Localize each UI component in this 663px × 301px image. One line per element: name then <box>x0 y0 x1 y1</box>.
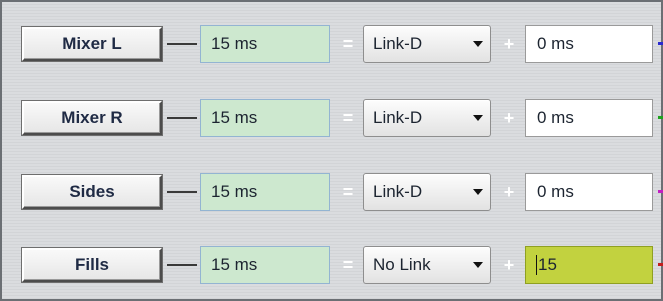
offset-field[interactable]: 0 ms <box>525 99 653 137</box>
channel-name-button[interactable]: Sides <box>22 175 162 209</box>
plus-sign: + <box>503 107 515 128</box>
link-select[interactable]: Link-D <box>363 173 491 211</box>
text-cursor <box>536 255 537 275</box>
output-link-indicator <box>658 263 663 266</box>
link-select-value: Link-D <box>373 34 423 53</box>
connector-line <box>167 191 197 193</box>
chevron-down-icon[interactable] <box>466 174 490 210</box>
chevron-down-icon[interactable] <box>466 26 490 62</box>
channel-name-label: Mixer R <box>61 108 123 127</box>
delay-field[interactable]: 15 ms <box>200 173 330 211</box>
link-select-value: Link-D <box>373 182 423 201</box>
channel-name-label: Sides <box>69 182 115 201</box>
chevron-down-icon[interactable] <box>466 100 490 136</box>
equals-sign: = <box>342 181 354 202</box>
channel-row-fills: Fills 15 ms = No Link + 15 <box>2 245 663 285</box>
connector-line <box>167 43 197 45</box>
delay-value: 15 ms <box>211 255 258 274</box>
channel-name-button[interactable]: Fills <box>22 248 162 282</box>
link-select-value: Link-D <box>373 108 423 127</box>
delay-field[interactable]: 15 ms <box>200 246 330 284</box>
plus-sign: + <box>503 254 515 275</box>
delay-value: 15 ms <box>211 108 258 127</box>
output-link-indicator <box>658 190 663 193</box>
output-link-indicator <box>658 42 663 45</box>
equals-sign: = <box>342 254 354 275</box>
offset-value: 0 ms <box>537 34 574 53</box>
delay-value: 15 ms <box>211 34 258 53</box>
delay-field[interactable]: 15 ms <box>200 25 330 63</box>
output-link-indicator <box>658 116 663 119</box>
channel-name-button[interactable]: Mixer L <box>22 27 162 61</box>
link-select-value: No Link <box>373 255 431 274</box>
channel-name-button[interactable]: Mixer R <box>22 101 162 135</box>
link-select[interactable]: Link-D <box>363 99 491 137</box>
link-select[interactable]: Link-D <box>363 25 491 63</box>
offset-field-editing[interactable]: 15 <box>525 246 653 284</box>
delay-field[interactable]: 15 ms <box>200 99 330 137</box>
offset-value: 0 ms <box>537 182 574 201</box>
offset-value: 0 ms <box>537 108 574 127</box>
channel-row-mixer-r: Mixer R 15 ms = Link-D + 0 ms <box>2 98 663 138</box>
channel-name-label: Fills <box>74 255 109 274</box>
delay-panel: Mixer L 15 ms = Link-D + 0 ms Mixer R 15… <box>0 0 663 301</box>
channel-name-label: Mixer L <box>62 34 122 53</box>
equals-sign: = <box>342 107 354 128</box>
chevron-down-icon[interactable] <box>466 247 490 283</box>
plus-sign: + <box>503 33 515 54</box>
equals-sign: = <box>342 33 354 54</box>
plus-sign: + <box>503 181 515 202</box>
connector-line <box>167 264 197 266</box>
connector-line <box>167 117 197 119</box>
offset-field[interactable]: 0 ms <box>525 25 653 63</box>
offset-value: 15 <box>538 255 557 274</box>
link-select[interactable]: No Link <box>363 246 491 284</box>
channel-row-sides: Sides 15 ms = Link-D + 0 ms <box>2 172 663 212</box>
delay-value: 15 ms <box>211 182 258 201</box>
offset-field[interactable]: 0 ms <box>525 173 653 211</box>
channel-row-mixer-l: Mixer L 15 ms = Link-D + 0 ms <box>2 24 663 64</box>
